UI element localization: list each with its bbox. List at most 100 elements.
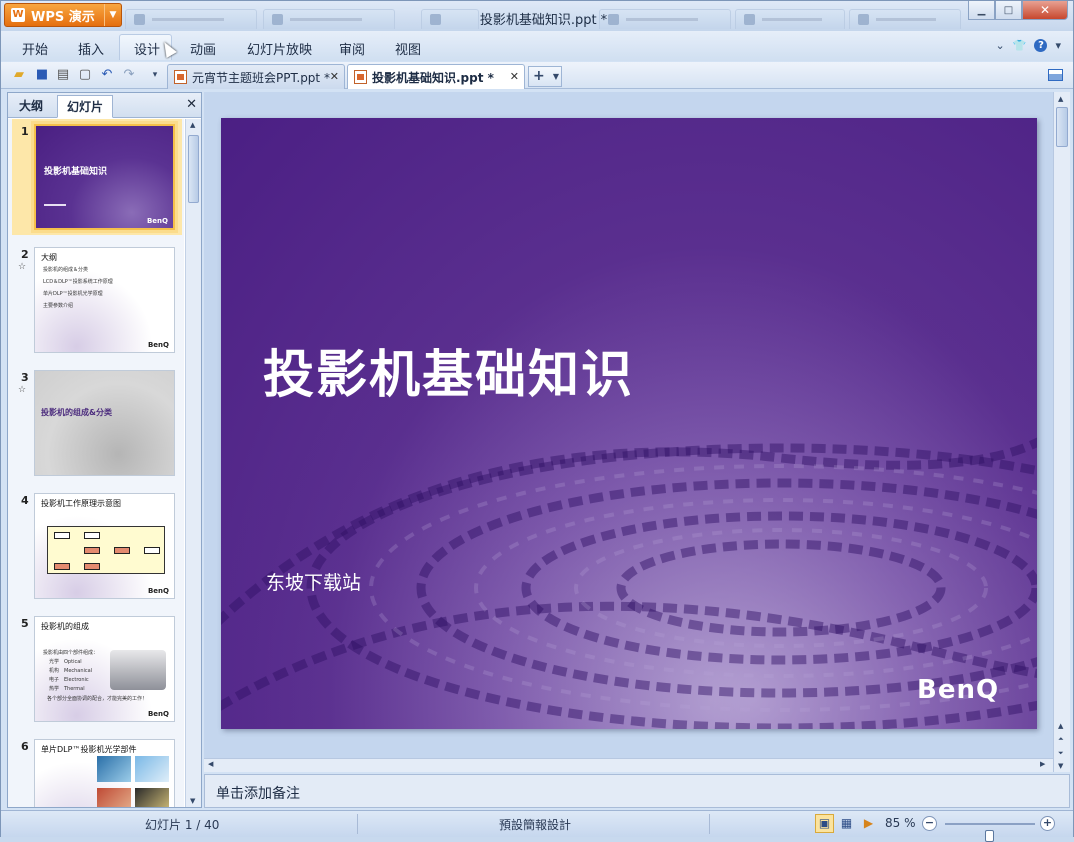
panel-scrollbar[interactable]: ▲ ▼ — [185, 119, 201, 807]
zoom-slider[interactable] — [945, 823, 1035, 842]
slide-thumbnail[interactable]: 大纲 投影机的组成＆分类 LCD＆DLP™投影系统工作原理 单片DLP™投影机光… — [34, 247, 175, 353]
tab-view[interactable]: 视图 — [395, 39, 421, 58]
notes-pane[interactable]: 单击添加备注 — [204, 774, 1070, 808]
ppt-file-icon — [354, 70, 367, 84]
next-slide-icon[interactable]: ⏷ — [1058, 749, 1064, 758]
thumbnail-list: 1 投影机基础知识 BenQ 2 ☆ 大纲 投影机的组成＆分类 LCD＆DLP™… — [8, 119, 184, 807]
thumbnail-row-4[interactable]: 4 投影机工作原理示意图 BenQ — [8, 488, 184, 606]
canvas-vertical-scrollbar[interactable]: ▲ ▲ ⏶ ⏷ ▼ — [1053, 92, 1070, 772]
slide-thumbnail[interactable]: 投影机的组成&分类 — [34, 370, 175, 476]
scroll-up-icon[interactable]: ▲ — [1058, 722, 1063, 730]
scroll-down-icon[interactable]: ▼ — [1058, 762, 1063, 770]
minimize-button[interactable]: ▁ — [968, 1, 995, 20]
thumb-title: 投影机基础知识 — [44, 167, 108, 177]
open-folder-icon[interactable]: ▰ — [11, 67, 27, 83]
slide-number: 2 — [21, 248, 29, 261]
slide-number: 4 — [21, 494, 29, 507]
undo-icon[interactable]: ↶ — [99, 67, 115, 83]
zoom-level[interactable]: 85 % — [885, 816, 916, 830]
slide-sorter-icon[interactable]: ▦ — [837, 814, 856, 833]
doc-tab-projector[interactable]: 投影机基础知识.ppt * ✕ — [347, 64, 525, 89]
chevron-down-icon[interactable]: ▼ — [553, 68, 559, 86]
new-tab-button[interactable]: + ▼ — [528, 66, 562, 87]
theme-name: 預設簡報設計 — [499, 818, 572, 832]
tab-slides[interactable]: 幻灯片 — [57, 95, 114, 118]
app-window: W WPS 演示 ▼ 投影机基础知识.ppt * ▁ □ ✕ 开始 插入 设计 … — [0, 0, 1074, 842]
thumbnail-row-6[interactable]: 6 单片DLP™投影机光学部件 — [8, 734, 184, 807]
slide-thumbnail[interactable]: 投影机基础知识 BenQ — [34, 124, 175, 230]
tab-review[interactable]: 审阅 — [339, 39, 365, 58]
prev-slide-icon[interactable]: ⏶ — [1058, 735, 1064, 744]
thumb-bullet: 投影机由四个部件组成： — [43, 650, 99, 656]
scroll-left-icon[interactable]: ◀ — [208, 760, 213, 768]
panel-tabs: 大纲 幻灯片 ✕ — [8, 93, 201, 118]
window-title: 投影机基础知识.ppt * — [479, 13, 608, 28]
thumb-logo: BenQ — [147, 341, 169, 349]
slide-subtitle[interactable]: 东坡下载站 — [266, 568, 361, 595]
tab-design[interactable]: 设计 — [134, 39, 160, 58]
benq-logo: BenQ — [917, 675, 1000, 705]
save-icon[interactable]: ■ — [34, 67, 50, 83]
thumb-title: 投影机的组成 — [41, 622, 89, 631]
thumbnail-row-5[interactable]: 5 投影机的组成 投影机由四个部件组成： 光学 Optical 机构 Mecha… — [8, 611, 184, 729]
scroll-down-icon[interactable]: ▼ — [190, 797, 195, 805]
thumb-bullet: 主要参数介绍 — [43, 303, 74, 309]
thumb-logo: BenQ — [147, 587, 169, 595]
maximize-button[interactable]: □ — [995, 1, 1022, 20]
slide-canvas[interactable]: 投影机基础知识 东坡下载站 BenQ — [204, 92, 1053, 758]
slide-title[interactable]: 投影机基础知识 — [263, 333, 634, 407]
thumb-bullet: 单片DLP™投影机光学原理 — [43, 291, 103, 297]
print-icon[interactable]: ▤ — [55, 67, 71, 83]
scroll-thumb[interactable] — [188, 135, 199, 203]
current-slide[interactable]: 投影机基础知识 东坡下载站 BenQ — [221, 118, 1037, 729]
optics-image — [97, 756, 131, 782]
slide-thumbnail[interactable]: 投影机的组成 投影机由四个部件组成： 光学 Optical 机构 Mechani… — [34, 616, 175, 722]
thumbnail-row-2[interactable]: 2 ☆ 大纲 投影机的组成＆分类 LCD＆DLP™投影系统工作原理 单片DLP™… — [8, 242, 184, 360]
zoom-in-button[interactable]: + — [1040, 816, 1055, 831]
thumbnail-row-1[interactable]: 1 投影机基础知识 BenQ — [8, 119, 184, 237]
slide-counter: 幻灯片 1 / 40 — [145, 818, 220, 832]
close-button[interactable]: ✕ — [1022, 1, 1068, 20]
ppt-file-icon — [174, 70, 187, 84]
slide-thumbnail[interactable]: 投影机工作原理示意图 BenQ — [34, 493, 175, 599]
thumb-title: 单片DLP™投影机光学部件 — [41, 745, 137, 754]
customize-toolbar-icon[interactable]: ▾ — [147, 67, 163, 83]
close-panel-icon[interactable]: ✕ — [186, 97, 197, 112]
tab-outline[interactable]: 大纲 — [10, 95, 52, 118]
scroll-thumb[interactable] — [1056, 107, 1068, 147]
ribbon-right-controls: ⌄ 👕 ? ▾ — [996, 39, 1061, 52]
scroll-right-icon[interactable]: ▶ — [1040, 760, 1045, 768]
tab-start[interactable]: 开始 — [22, 39, 48, 58]
scroll-up-icon[interactable]: ▲ — [190, 121, 195, 129]
doc-tab-yuanxiao[interactable]: 元宵节主题班会PPT.ppt * ✕ — [167, 64, 345, 89]
skin-shirt-icon[interactable]: 👕 — [1013, 39, 1027, 52]
redo-icon[interactable]: ↷ — [121, 67, 137, 83]
zoom-slider-knob[interactable] — [985, 830, 994, 842]
tab-slideshow[interactable]: 幻灯片放映 — [247, 39, 312, 58]
tab-animation[interactable]: 动画 — [190, 39, 216, 58]
close-tab-icon[interactable]: ✕ — [510, 70, 519, 83]
thumbnail-row-3[interactable]: 3 ☆ 投影机的组成&分类 — [8, 365, 184, 483]
collapse-ribbon-icon[interactable]: ⌄ — [996, 39, 1005, 52]
optics-image — [97, 788, 131, 807]
close-tab-icon[interactable]: ✕ — [330, 70, 339, 83]
print-preview-icon[interactable]: ▢ — [77, 67, 93, 83]
layout-toggle-icon[interactable] — [1048, 69, 1063, 81]
slide-number: 5 — [21, 617, 29, 630]
notes-placeholder[interactable]: 单击添加备注 — [216, 783, 300, 803]
status-divider — [709, 814, 710, 834]
scroll-up-icon[interactable]: ▲ — [1058, 95, 1063, 103]
help-icon[interactable]: ? — [1034, 39, 1048, 52]
canvas-horizontal-scrollbar[interactable]: ◀ ▶ — [204, 758, 1053, 772]
title-bar: W WPS 演示 ▼ 投影机基础知识.ppt * ▁ □ ✕ — [1, 1, 1073, 31]
tab-insert[interactable]: 插入 — [78, 39, 104, 58]
thumb-title: 投影机的组成&分类 — [41, 408, 112, 417]
thumb-bullet: 热学 Thermal — [49, 686, 85, 692]
slideshow-icon[interactable]: ▶ — [859, 814, 878, 833]
slide-thumbnail[interactable]: 单片DLP™投影机光学部件 — [34, 739, 175, 807]
thumb-title: 投影机工作原理示意图 — [41, 499, 121, 508]
optics-image — [135, 788, 169, 807]
zoom-out-button[interactable]: − — [922, 816, 937, 831]
normal-view-icon[interactable]: ▣ — [815, 814, 834, 833]
help-dropdown-icon[interactable]: ▾ — [1055, 39, 1061, 52]
